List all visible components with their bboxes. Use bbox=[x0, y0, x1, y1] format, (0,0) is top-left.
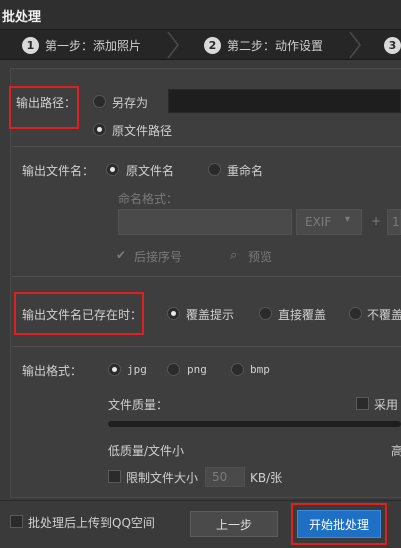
preview-label[interactable]: 预览 bbox=[248, 248, 272, 265]
chevron-right-icon bbox=[349, 31, 361, 59]
limit-size-input[interactable]: 50 bbox=[205, 467, 245, 487]
step-2-label: 第二步：动作设置 bbox=[227, 38, 324, 53]
step-3-number: 3 bbox=[384, 36, 401, 54]
number-input[interactable]: 1 bbox=[387, 209, 401, 235]
exif-dropdown[interactable]: EXIF ▾ bbox=[296, 209, 362, 235]
title-bar bbox=[0, 0, 401, 30]
settings-panel bbox=[10, 68, 401, 498]
format-bmp-label: bmp bbox=[250, 363, 270, 376]
number-value: 1 bbox=[392, 215, 400, 229]
format-bmp-radio[interactable] bbox=[231, 363, 244, 376]
output-path-input[interactable] bbox=[168, 89, 401, 113]
divider bbox=[12, 346, 401, 347]
upload-qzone-checkbox[interactable] bbox=[10, 515, 23, 528]
step-1-number: 1 bbox=[22, 36, 39, 54]
preview-icon: ⌕ bbox=[230, 248, 238, 263]
format-png-label: png bbox=[187, 363, 207, 376]
rename-radio[interactable] bbox=[208, 163, 221, 176]
output-format-label: 输出格式： bbox=[22, 364, 83, 378]
step-1[interactable]: 1 第一步：添加照片 bbox=[22, 36, 141, 54]
format-jpg-label: jpg bbox=[127, 363, 147, 376]
start-batch-button[interactable]: 开始批处理 bbox=[297, 510, 381, 538]
format-jpg-radio[interactable] bbox=[108, 363, 121, 376]
no-overwrite-radio[interactable] bbox=[349, 307, 362, 320]
use-label: 采用 bbox=[374, 398, 399, 412]
limit-unit-label: KB/张 bbox=[250, 471, 283, 485]
original-filename-radio[interactable] bbox=[106, 163, 119, 176]
checkmark-icon: ✔ bbox=[116, 248, 127, 262]
naming-format-input[interactable] bbox=[118, 209, 292, 235]
append-seq-label[interactable]: 后接序号 bbox=[134, 248, 182, 265]
window-title: 批处理 bbox=[2, 10, 42, 25]
use-checkbox[interactable] bbox=[356, 397, 369, 410]
overwrite-prompt-radio[interactable] bbox=[167, 307, 180, 320]
divider bbox=[0, 500, 401, 501]
no-overwrite-label: 不覆盖 bbox=[367, 308, 401, 322]
step-3[interactable]: 3 bbox=[384, 36, 401, 54]
upload-qzone-label: 批处理后上传到QQ空间 bbox=[28, 516, 155, 530]
exif-label: EXIF bbox=[305, 215, 332, 229]
save-as-radio[interactable] bbox=[93, 95, 106, 108]
save-as-label: 另存为 bbox=[112, 96, 149, 110]
chevron-right-icon bbox=[167, 31, 179, 59]
original-filename-label: 原文件名 bbox=[126, 164, 175, 178]
output-filename-label: 输出文件名： bbox=[22, 164, 95, 178]
naming-format-label: 命名格式： bbox=[118, 192, 179, 206]
steps-bar: 1 第一步：添加照片 2 第二步：动作设置 3 bbox=[0, 30, 401, 60]
prev-step-button[interactable]: 上一步 bbox=[190, 511, 278, 537]
high-quality-label: 高 bbox=[391, 444, 401, 458]
divider bbox=[12, 146, 401, 147]
output-path-label: 输出路径： bbox=[16, 96, 77, 110]
plus-label: + bbox=[371, 214, 382, 228]
original-path-radio[interactable] bbox=[93, 123, 106, 136]
limit-size-checkbox[interactable] bbox=[108, 470, 121, 483]
rename-label: 重命名 bbox=[227, 164, 264, 178]
original-path-label: 原文件路径 bbox=[112, 124, 173, 138]
limit-size-value: 50 bbox=[212, 470, 228, 484]
overwrite-direct-label: 直接覆盖 bbox=[278, 308, 327, 322]
file-exists-label: 输出文件名已存在时： bbox=[22, 308, 143, 322]
quality-label: 文件质量： bbox=[108, 398, 169, 412]
format-png-radio[interactable] bbox=[167, 363, 180, 376]
divider bbox=[12, 276, 401, 277]
overwrite-prompt-label: 覆盖提示 bbox=[186, 308, 235, 322]
step-2-number: 2 bbox=[204, 36, 221, 54]
quality-slider[interactable] bbox=[108, 421, 401, 427]
step-1-label: 第一步：添加照片 bbox=[45, 38, 142, 53]
low-quality-label: 低质量/文件小 bbox=[108, 444, 185, 458]
step-2[interactable]: 2 第二步：动作设置 bbox=[204, 36, 323, 54]
limit-size-label: 限制文件大小 bbox=[126, 471, 199, 485]
chevron-down-icon: ▾ bbox=[345, 214, 351, 225]
overwrite-direct-radio[interactable] bbox=[259, 307, 272, 320]
